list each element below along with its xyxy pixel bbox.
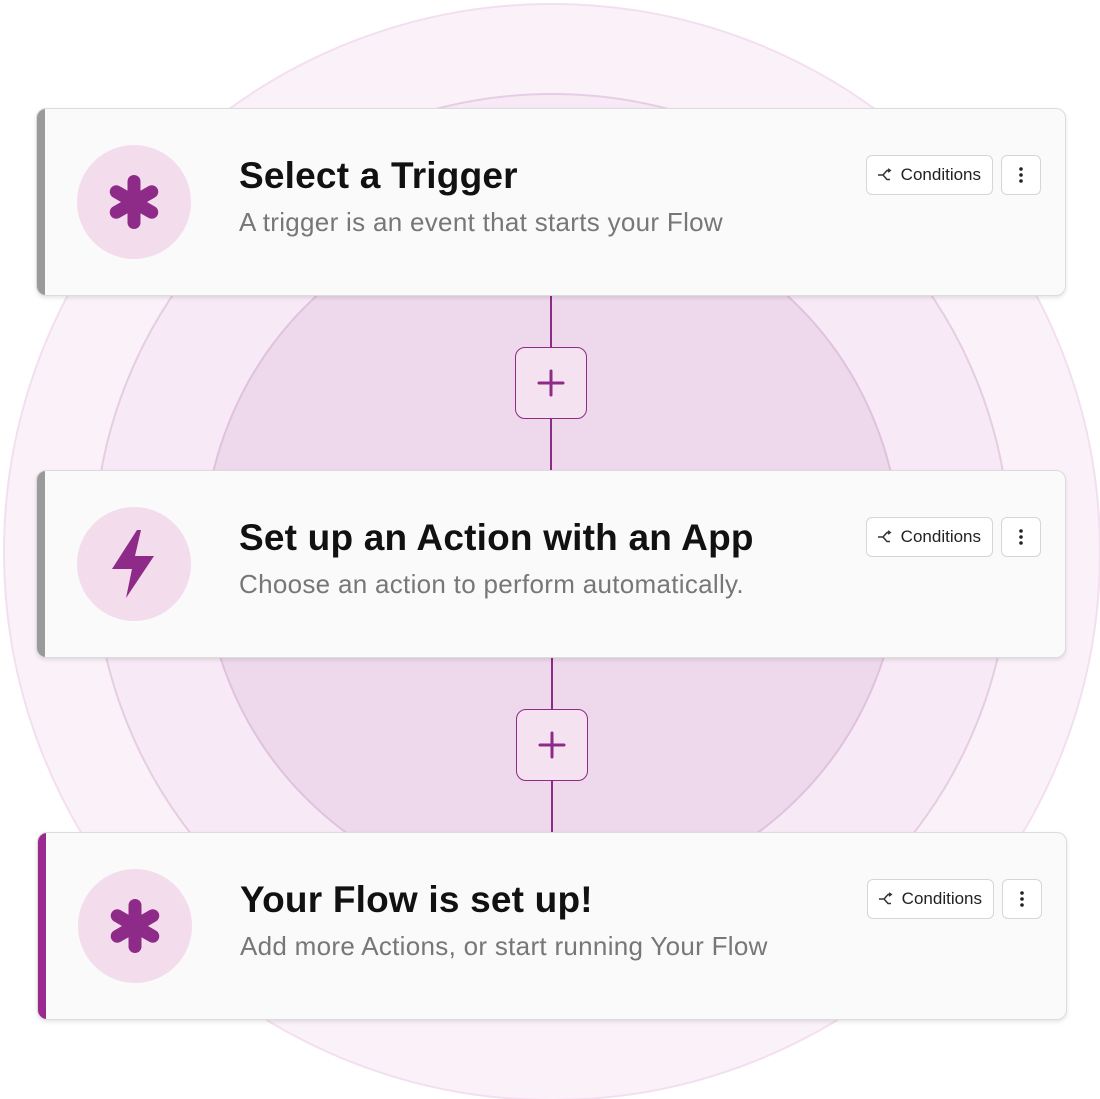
conditions-label: Conditions: [901, 889, 982, 908]
conditions-label: Conditions: [900, 527, 981, 546]
more-options-button[interactable]: [1001, 155, 1041, 195]
vertical-dots-icon: [1019, 167, 1023, 183]
plus-icon: [538, 731, 566, 759]
step-card-complete[interactable]: Your Flow is set up! Add more Actions, o…: [37, 832, 1067, 1020]
branch-icon: [878, 892, 893, 905]
more-options-button[interactable]: [1002, 879, 1042, 919]
add-step-button[interactable]: [515, 347, 587, 419]
card-accent-stripe: [37, 471, 45, 657]
conditions-button[interactable]: Conditions: [865, 155, 993, 195]
branch-icon: [877, 168, 892, 181]
step-card-action[interactable]: Set up an Action with an App Choose an a…: [36, 470, 1066, 658]
card-accent-stripe: [37, 109, 45, 295]
step-title: Select a Trigger: [239, 155, 518, 196]
lightning-bolt-icon: [112, 530, 154, 598]
flow-builder-canvas: Select a Trigger A trigger is an event t…: [0, 0, 1100, 1099]
step-icon-badge: [77, 507, 191, 621]
step-icon-badge: [77, 145, 191, 259]
conditions-button[interactable]: Conditions: [866, 879, 994, 919]
asterisk-icon: [109, 175, 159, 229]
step-subtitle: A trigger is an event that starts your F…: [239, 207, 723, 237]
vertical-dots-icon: [1020, 891, 1024, 907]
step-subtitle: Add more Actions, or start running Your …: [240, 931, 768, 961]
step-card-trigger[interactable]: Select a Trigger A trigger is an event t…: [36, 108, 1066, 296]
conditions-label: Conditions: [900, 165, 981, 184]
vertical-dots-icon: [1019, 529, 1023, 545]
step-title: Set up an Action with an App: [239, 517, 754, 558]
more-options-button[interactable]: [1001, 517, 1041, 557]
add-step-button[interactable]: [516, 709, 588, 781]
conditions-button[interactable]: Conditions: [865, 517, 993, 557]
plus-icon: [537, 369, 565, 397]
step-icon-badge: [78, 869, 192, 983]
branch-icon: [877, 530, 892, 543]
asterisk-icon: [110, 899, 160, 953]
card-accent-stripe: [38, 833, 46, 1019]
step-title: Your Flow is set up!: [240, 879, 593, 920]
step-subtitle: Choose an action to perform automaticall…: [239, 569, 744, 599]
